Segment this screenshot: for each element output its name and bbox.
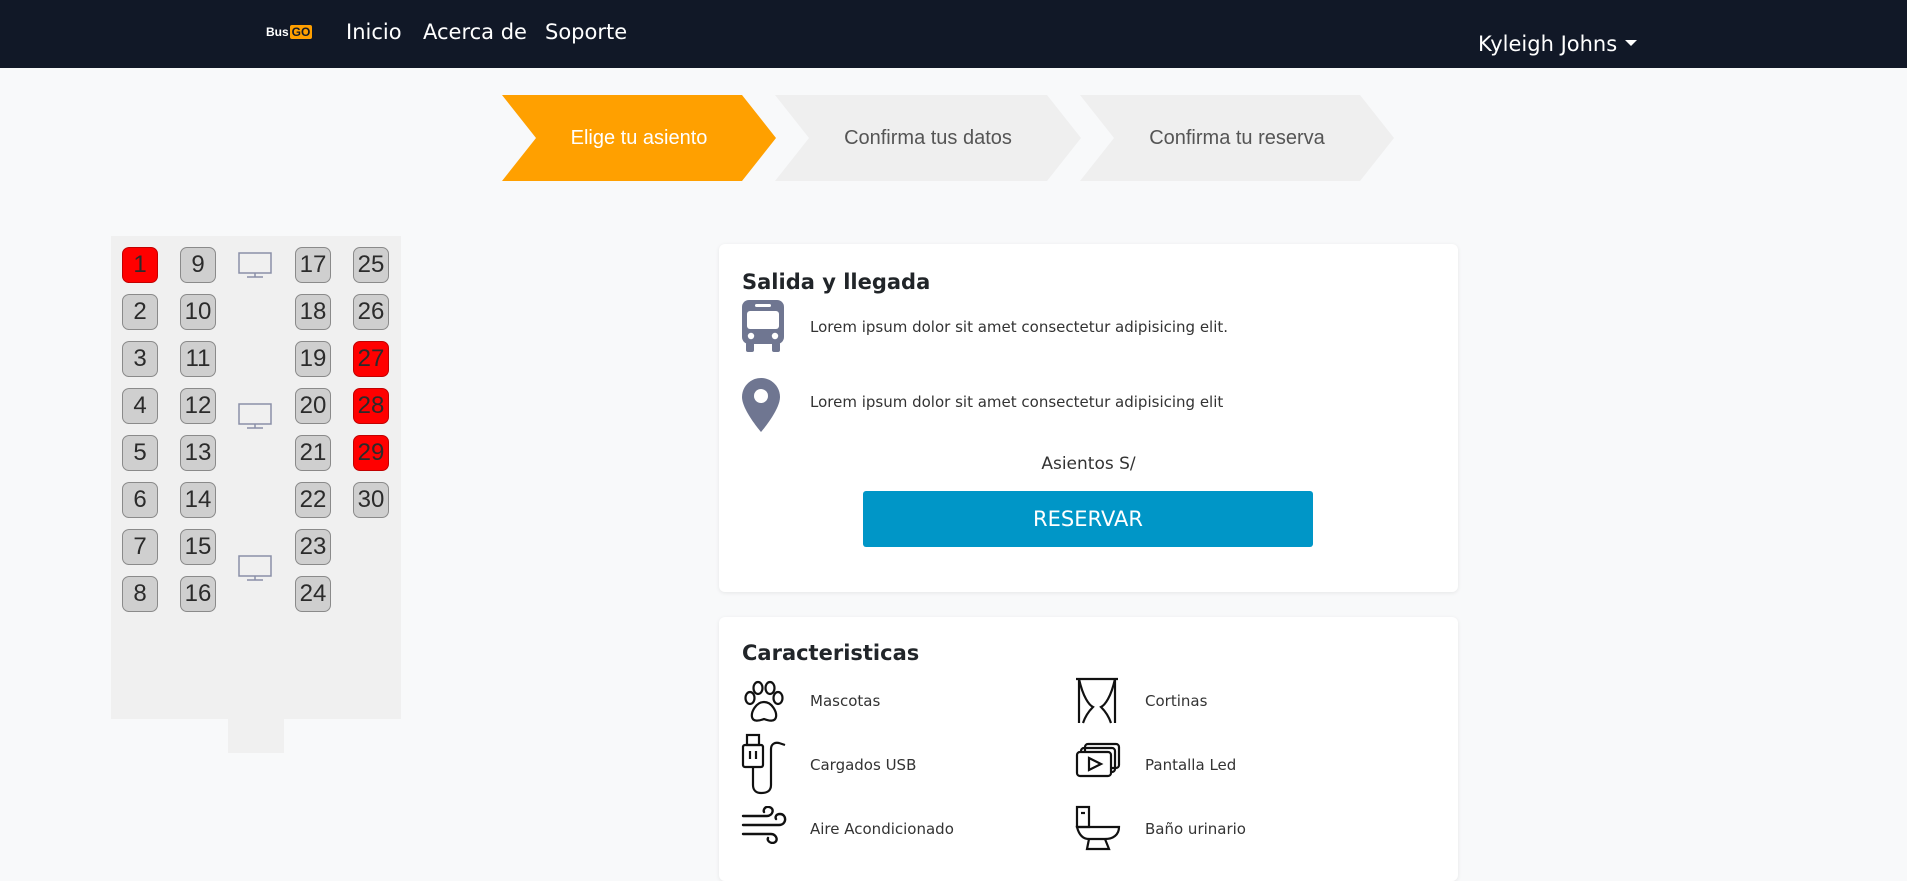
- nav-link-acerca-de[interactable]: Acerca de: [423, 18, 527, 46]
- features-card-title: Caracteristicas: [742, 641, 920, 665]
- caret-down-icon: [1625, 40, 1638, 46]
- bus-icon: [742, 300, 784, 352]
- seat-available[interactable]: 7: [122, 529, 158, 565]
- seat-available[interactable]: 13: [180, 435, 216, 471]
- feature-label-toilet: Baño urinario: [1145, 820, 1246, 838]
- feature-label-curtains: Cortinas: [1145, 692, 1208, 710]
- seat-available[interactable]: 17: [295, 247, 331, 283]
- bus-rear: [228, 719, 284, 753]
- nav-link-inicio[interactable]: Inicio: [346, 18, 402, 46]
- step-label: Confirma tu reserva: [1149, 126, 1325, 149]
- usb-icon: [741, 733, 786, 795]
- seats-price: Asientos S/: [1041, 454, 1136, 474]
- departure-text: Lorem ipsum dolor sit amet consectetur a…: [810, 318, 1229, 336]
- seat-taken[interactable]: 28: [353, 388, 389, 424]
- features-card: Caracteristicas Mascotas Cortinas Cargad…: [719, 617, 1458, 881]
- seat-available[interactable]: 16: [180, 576, 216, 612]
- wind-icon: [741, 806, 787, 844]
- step-confirm-booking[interactable]: Confirma tu reserva: [1080, 95, 1394, 181]
- screen-play-icon: [1075, 742, 1121, 778]
- seat-available[interactable]: 3: [122, 341, 158, 377]
- seat-available[interactable]: 11: [180, 341, 216, 377]
- step-label: Confirma tus datos: [844, 126, 1012, 149]
- seat-taken[interactable]: 29: [353, 435, 389, 471]
- seat-available[interactable]: 5: [122, 435, 158, 471]
- user-name: Kyleigh Johns: [1478, 32, 1618, 56]
- seat-available[interactable]: 25: [353, 247, 389, 283]
- user-menu-dropdown[interactable]: Kyleigh Johns: [1478, 30, 1638, 58]
- busgo-logo[interactable]: Bus GO: [266, 24, 313, 40]
- feature-label-air-conditioning: Aire Acondicionado: [810, 820, 954, 838]
- trip-card-title: Salida y llegada: [742, 270, 931, 294]
- step-label: Elige tu asiento: [570, 126, 708, 149]
- feature-label-pets: Mascotas: [810, 692, 881, 710]
- feature-label-usb: Cargados USB: [810, 756, 917, 774]
- bus-seat-map: 1 2 3 4 5 6 7 8 9 10 11 12 13 14 15 16 17 18 19 20 21 22 23 24 2…: [111, 236, 401, 719]
- step-confirm-data[interactable]: Confirma tus datos: [775, 95, 1081, 181]
- seat-taken[interactable]: 1: [122, 247, 158, 283]
- nav-link-soporte[interactable]: Soporte: [545, 18, 627, 46]
- seat-available[interactable]: 6: [122, 482, 158, 518]
- seat-available[interactable]: 12: [180, 388, 216, 424]
- map-pin-icon: [742, 378, 780, 432]
- monitor-icon: [238, 403, 272, 429]
- logo-bus-text: Bus: [266, 25, 289, 39]
- seat-available[interactable]: 18: [295, 294, 331, 330]
- logo-go-text: GO: [289, 25, 313, 39]
- seat-available[interactable]: 9: [180, 247, 216, 283]
- curtains-icon: [1076, 677, 1118, 724]
- seat-available[interactable]: 26: [353, 294, 389, 330]
- paw-icon: [744, 680, 784, 722]
- seat-available[interactable]: 20: [295, 388, 331, 424]
- seat-available[interactable]: 22: [295, 482, 331, 518]
- trip-info-card: Salida y llegada Lorem ipsum dolor sit a…: [719, 244, 1458, 592]
- monitor-icon: [238, 252, 272, 278]
- seat-available[interactable]: 4: [122, 388, 158, 424]
- seat-available[interactable]: 15: [180, 529, 216, 565]
- arrival-text: Lorem ipsum dolor sit amet consectetur a…: [810, 393, 1224, 411]
- seat-available[interactable]: 8: [122, 576, 158, 612]
- feature-label-led-screen: Pantalla Led: [1145, 756, 1237, 774]
- seat-available[interactable]: 2: [122, 294, 158, 330]
- seat-available[interactable]: 19: [295, 341, 331, 377]
- seat-available[interactable]: 24: [295, 576, 331, 612]
- seat-taken[interactable]: 27: [353, 341, 389, 377]
- seat-available[interactable]: 10: [180, 294, 216, 330]
- top-navbar: Bus GO Inicio Acerca de Soporte Kyleigh J…: [0, 0, 1907, 68]
- seat-available[interactable]: 14: [180, 482, 216, 518]
- seat-available[interactable]: 21: [295, 435, 331, 471]
- monitor-icon: [238, 555, 272, 581]
- seat-available[interactable]: 23: [295, 529, 331, 565]
- seat-available[interactable]: 30: [353, 482, 389, 518]
- step-choose-seat[interactable]: Elige tu asiento: [502, 95, 776, 181]
- toilet-icon: [1075, 805, 1121, 851]
- reserve-button[interactable]: RESERVAR: [863, 491, 1313, 547]
